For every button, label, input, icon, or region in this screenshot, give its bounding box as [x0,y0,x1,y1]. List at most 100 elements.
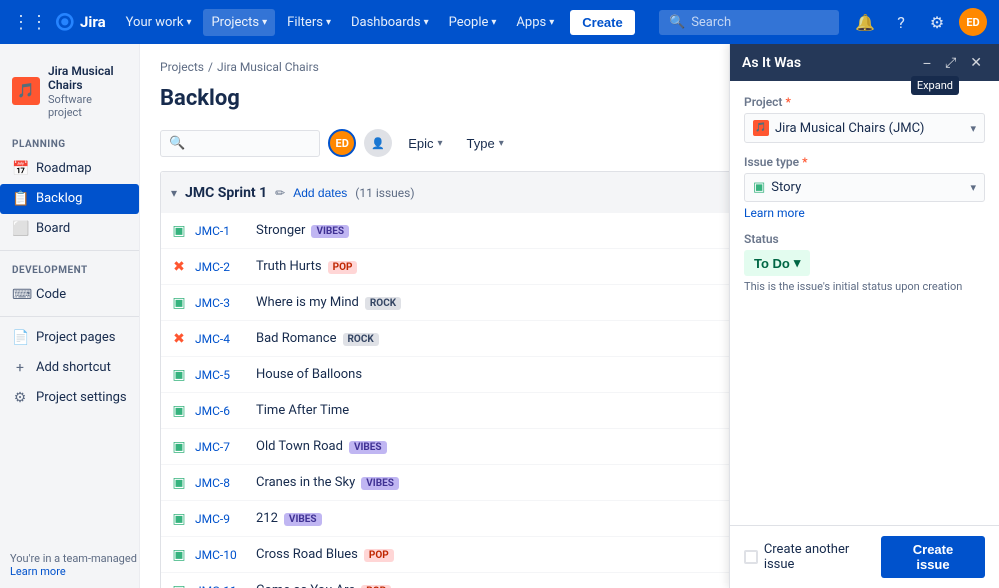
issue-tag: VIBES [349,441,387,454]
help-icon[interactable]: ? [887,8,915,36]
issue-key[interactable]: JMC-3 [195,296,250,310]
issue-tag: ROCK [343,333,379,346]
user-avatar[interactable]: ED [959,8,987,36]
create-another-option[interactable]: Create another issue [744,542,881,572]
nav-dashboards[interactable]: Dashboards ▾ [343,9,437,36]
roadmap-icon: 📅 [12,161,28,177]
issue-key[interactable]: JMC-10 [195,548,250,562]
issue-type-icon: ▣ [171,295,187,311]
status-field: Status To Do ▾ This is the issue's initi… [744,232,985,293]
search-icon: 🔍 [669,15,685,30]
issue-type-select[interactable]: ▣ Story ▾ [744,173,985,202]
sprint-edit-icon[interactable]: ✏ [275,186,285,200]
issue-key[interactable]: JMC-2 [195,260,250,274]
issue-key[interactable]: JMC-1 [195,224,250,238]
issue-key[interactable]: JMC-9 [195,512,250,526]
status-dropdown[interactable]: To Do ▾ [744,250,810,276]
breadcrumb-project[interactable]: Jira Musical Chairs [217,60,319,74]
grid-icon[interactable]: ⋮⋮ [12,12,48,33]
settings-icon[interactable]: ⚙ [923,8,951,36]
code-icon: ⌨ [12,287,28,303]
sidebar-item-backlog[interactable]: 📋 Backlog [0,184,139,214]
create-issue-submit-button[interactable]: Create issue [881,536,985,578]
panel-footer: Create another issue Create issue [730,525,999,588]
sidebar-item-project-pages[interactable]: 📄 Project pages [0,323,139,353]
panel-minimize-button[interactable]: − [918,53,936,73]
chevron-down-icon: ▾ [262,17,267,28]
chevron-down-icon: ▾ [491,17,496,28]
chevron-down-icon: ▾ [186,17,191,28]
panel-header: As It Was − ⤢ ✕ [730,44,999,81]
sprint-toggle-icon[interactable]: ▾ [171,186,177,200]
top-navigation: ⋮⋮ Jira Your work ▾ Projects ▾ Filters ▾… [0,0,999,44]
status-chevron-icon: ▾ [794,255,801,271]
jira-logo[interactable]: Jira [56,13,106,31]
type-filter-button[interactable]: Type ▾ [459,131,512,156]
notifications-icon[interactable]: 🔔 [851,8,879,36]
issue-key[interactable]: JMC-5 [195,368,250,382]
backlog-icon: 📋 [12,191,28,207]
breadcrumb-projects[interactable]: Projects [160,60,204,74]
issue-tag: POP [328,261,358,274]
planning-section-label: PLANNING [0,131,139,154]
learn-more-link[interactable]: Learn more [744,206,985,220]
issue-tag: VIBES [361,477,399,490]
issue-key[interactable]: JMC-11 [195,584,250,588]
issue-tag: VIBES [284,513,322,526]
issue-type-icon: ▣ [171,223,187,239]
search-input[interactable] [191,136,311,151]
logo-text: Jira [80,13,106,31]
main-content: Projects / Jira Musical Chairs Backlog ⋯… [140,44,999,588]
issue-tag: POP [364,549,394,562]
create-another-checkbox[interactable] [744,550,758,564]
panel-close-button[interactable]: ✕ [965,52,987,73]
create-button[interactable]: Create [570,10,634,35]
settings-icon: ⚙ [12,390,28,406]
issue-key[interactable]: JMC-6 [195,404,250,418]
search-input-wrapper[interactable]: 🔍 [160,130,320,157]
story-type-icon: ▣ [753,180,765,195]
issue-type-icon: ▣ [171,547,187,563]
board-icon: ⬜ [12,221,28,237]
issue-type-icon: ▣ [171,367,187,383]
issue-tag: VIBES [311,225,349,238]
chevron-down-icon: ▾ [499,138,504,149]
app-layout: 🎵 Jira Musical Chairs Software project P… [0,44,999,588]
project-select[interactable]: 🎵 Jira Musical Chairs (JMC) ▾ [744,113,985,143]
search-bar[interactable]: 🔍 Search [659,10,839,35]
nav-your-work[interactable]: Your work ▾ [118,9,200,36]
issue-type-chevron-icon: ▾ [970,181,976,194]
learn-more-sidebar-link[interactable]: Learn more [10,565,66,578]
chevron-down-icon: ▾ [424,17,429,28]
issue-type-icon: ✖ [171,331,187,347]
issue-type-field: Issue type * ▣ Story ▾ Learn more [744,155,985,220]
all-users-filter[interactable]: 👤 [364,129,392,157]
panel-expand-button[interactable]: ⤢ [940,52,961,73]
issue-type-icon: ▣ [171,475,187,491]
chevron-down-icon: ▾ [549,17,554,28]
sidebar-item-add-shortcut[interactable]: + Add shortcut [0,353,139,383]
project-icon: 🎵 [12,77,40,105]
nav-projects[interactable]: Projects ▾ [203,9,275,36]
epic-filter-button[interactable]: Epic ▾ [400,131,450,156]
nav-filters[interactable]: Filters ▾ [279,9,339,36]
sidebar-item-board[interactable]: ⬜ Board [0,214,139,244]
nav-apps[interactable]: Apps ▾ [508,9,562,36]
issue-key[interactable]: JMC-4 [195,332,250,346]
development-section-label: DEVELOPMENT [0,257,139,280]
sidebar-item-code[interactable]: ⌨ Code [0,280,139,310]
user-filter-avatar[interactable]: ED [328,129,356,157]
sidebar-divider [0,250,139,251]
issue-type-icon: ▣ [171,511,187,527]
issue-type-icon: ▣ [171,403,187,419]
add-shortcut-icon: + [12,360,28,376]
sidebar-item-roadmap[interactable]: 📅 Roadmap [0,154,139,184]
sidebar-divider-2 [0,316,139,317]
add-dates-button[interactable]: Add dates [293,186,347,200]
sidebar-item-project-settings[interactable]: ⚙ Project settings [0,383,139,413]
project-info: 🎵 Jira Musical Chairs Software project [0,56,139,131]
nav-people[interactable]: People ▾ [441,9,505,36]
issue-key[interactable]: JMC-8 [195,476,250,490]
issue-key[interactable]: JMC-7 [195,440,250,454]
issue-type-icon: ▣ [171,439,187,455]
